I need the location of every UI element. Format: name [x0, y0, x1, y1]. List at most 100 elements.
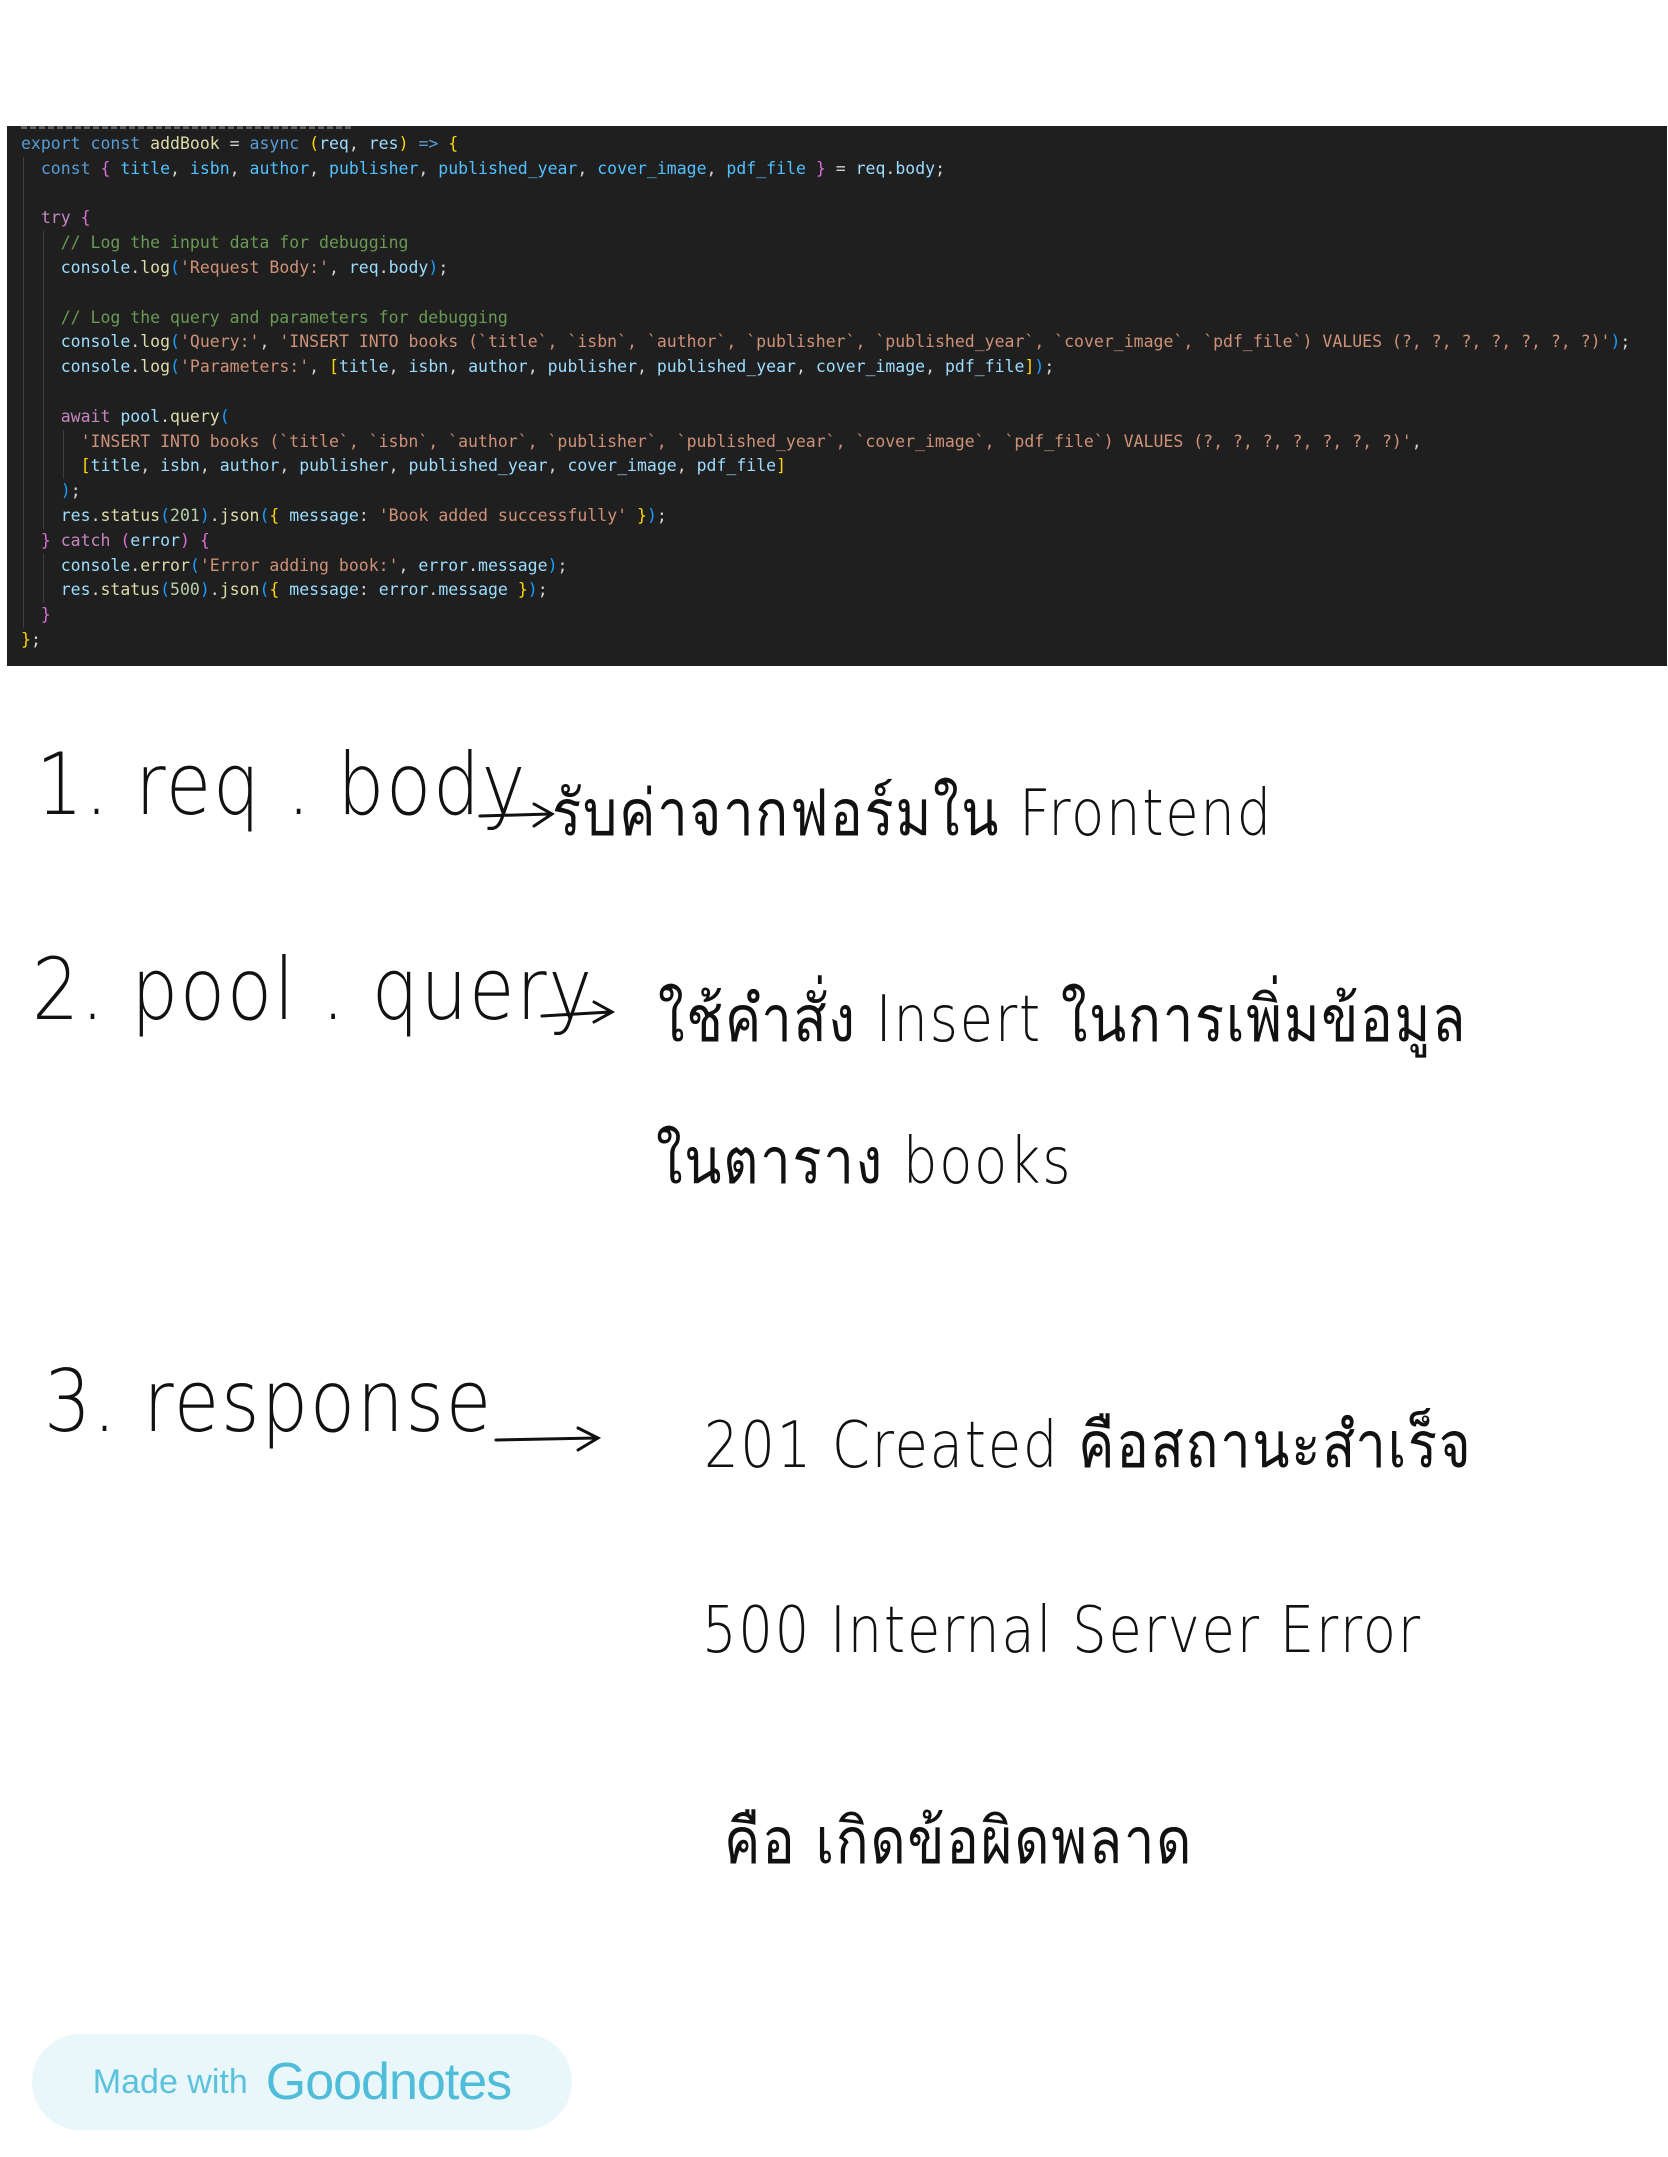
code-token: author: [219, 456, 280, 476]
code-token: req: [348, 257, 379, 277]
goodnotes-logo: Goodnotes: [265, 2053, 512, 2111]
code-token: res: [60, 505, 91, 525]
arrow-icon: [478, 802, 555, 828]
code-token: publisher: [547, 357, 637, 377]
code-token: cover_image: [815, 357, 926, 377]
code-token: published_year: [408, 456, 548, 476]
badge-made-with-text: Made with: [92, 2062, 248, 2101]
code-token: console: [60, 555, 131, 575]
code-token: ;: [537, 580, 548, 600]
code-line: export const addBook = async (req, res) …: [7, 132, 1667, 157]
code-token: ;: [70, 481, 81, 501]
code-token: }: [40, 605, 51, 625]
code-token: 'Parameters:': [179, 357, 310, 377]
code-token: ,: [637, 357, 657, 377]
code-token: (: [259, 580, 270, 600]
code-token: ): [179, 530, 190, 550]
code-token: .: [130, 357, 141, 377]
code-token: (: [160, 505, 171, 525]
code-line: // Log the query and parameters for debu…: [7, 305, 1667, 331]
code-token: ;: [656, 505, 667, 525]
code-token: author: [468, 357, 528, 377]
code-line: 'INSERT INTO books (`title`, `isbn`, `au…: [7, 429, 1667, 455]
note-1-text: รับค่าจากฟอร์มใน Frontend: [552, 777, 1273, 851]
arrow-icon: [494, 1426, 602, 1452]
code-token: ): [646, 505, 657, 525]
code-token: title: [120, 158, 171, 178]
code-token: 'Book added successfully': [378, 505, 628, 525]
code-token: (: [219, 406, 230, 426]
code-token: const: [90, 134, 141, 153]
code-token: {: [80, 208, 91, 228]
code-token: ): [527, 580, 538, 600]
code-token: .: [468, 555, 479, 575]
code-token: title: [338, 357, 389, 377]
code-token: // Log the query and parameters for debu…: [60, 307, 508, 327]
code-token: (: [170, 332, 180, 352]
code-token: ,: [348, 134, 369, 153]
note-3-text-line-1: 201 Created คือสถานะสำเร็จ: [704, 1409, 1473, 1483]
code-token: ,: [140, 456, 161, 476]
code-token: ): [1034, 357, 1045, 377]
code-token: [: [80, 456, 91, 476]
code-token: isbn: [408, 357, 449, 377]
code-token: message: [289, 505, 359, 525]
code-token: 'INSERT INTO books (`title`, `isbn`, `au…: [279, 332, 1611, 352]
code-token: // Log the input data for debugging: [60, 233, 409, 253]
code-block: export const addBook = async (req, res) …: [7, 132, 1667, 653]
code-token: isbn: [160, 456, 200, 476]
code-token: {: [269, 580, 280, 600]
code-token: 'INSERT INTO books (`title`, `isbn`, `au…: [80, 431, 1412, 451]
code-token: status: [100, 505, 161, 525]
code-token: ,: [170, 158, 190, 178]
code-line: console.log('Parameters:', [title, isbn,…: [7, 355, 1667, 380]
code-token: .: [209, 580, 220, 600]
code-token: body: [388, 257, 429, 277]
code-token: ,: [388, 456, 409, 476]
code-token: ,: [309, 158, 330, 178]
code-line: } catch (error) {: [7, 528, 1667, 554]
note-2-label: 2. pool . query: [32, 940, 594, 1040]
code-token: 201: [170, 505, 200, 525]
code-token: .: [209, 505, 220, 525]
code-line: await pool.query(: [7, 404, 1667, 430]
code-token: async: [249, 134, 300, 153]
code-line: [title, isbn, author, publisher, publish…: [7, 454, 1667, 480]
code-token: published_year: [656, 357, 796, 377]
code-token: 'Request Body:': [179, 257, 329, 277]
code-line: console.log('Request Body:', req.body);: [7, 255, 1667, 281]
code-token: console: [60, 257, 131, 277]
code-line: }: [7, 603, 1667, 628]
code-token: addBook: [150, 134, 220, 153]
note-2-text-line-2: ในตาราง books: [656, 1125, 1073, 1199]
code-token: ]: [776, 456, 787, 476]
code-token: }: [40, 530, 51, 550]
code-token: (: [170, 257, 180, 277]
code-token: ,: [706, 158, 727, 178]
made-with-goodnotes-badge: Made with Goodnotes: [32, 2034, 572, 2130]
code-token: ): [1610, 332, 1621, 352]
code-token: author: [249, 158, 310, 178]
code-token: ): [398, 134, 409, 153]
code-token: publisher: [299, 456, 389, 476]
code-token: 'Query:': [179, 332, 260, 352]
code-token: res: [60, 580, 91, 600]
code-token: error: [418, 555, 469, 575]
code-token: .: [885, 158, 896, 178]
code-token: cover_image: [567, 456, 677, 476]
code-token: export: [21, 134, 81, 153]
code-token: catch: [60, 530, 111, 550]
code-token: log: [140, 257, 171, 277]
note-2-text-line-1: ใช้คำสั่ง Insert ในการเพิ่มข้อมูล: [658, 983, 1468, 1057]
code-token: log: [140, 332, 171, 352]
code-line: console.log('Query:', 'INSERT INTO books…: [7, 330, 1667, 356]
code-token: (: [259, 505, 270, 525]
code-token: status: [100, 580, 161, 600]
